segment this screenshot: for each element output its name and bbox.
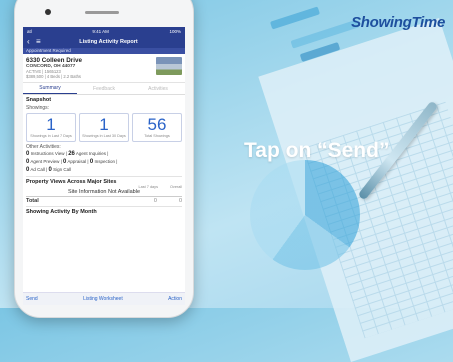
- activity-count: 0: [26, 150, 30, 157]
- instruction-headline: Tap on “Send”: [244, 139, 390, 162]
- speaker-grille: [85, 11, 119, 14]
- activity-label: Agent Preview: [30, 158, 60, 164]
- divider: [26, 175, 182, 177]
- views-col-overall: Overall: [169, 184, 182, 189]
- activity-label: Appraisal: [67, 158, 87, 164]
- carrier-label: atl: [27, 28, 32, 34]
- listing-worksheet-button[interactable]: Listing Worksheet: [83, 296, 123, 302]
- background-pie-chart: [250, 160, 360, 270]
- listing-address: 6330 Colleen Drive: [26, 57, 83, 64]
- listing-photo: [156, 57, 182, 75]
- views-col-7-days: Last 7 days: [138, 184, 158, 189]
- phone-screen: atl 9:41 AM 100% ‹ ≡ Listing Activity Re…: [23, 27, 185, 305]
- activity-label: Agent Inquiries: [75, 150, 106, 156]
- activity-count: 0: [26, 166, 30, 173]
- activity-label: Sign Call: [53, 166, 72, 172]
- tab-bar: Summary Feedback Activities: [23, 83, 185, 95]
- card-label: Showings in Last 30 Days: [82, 134, 126, 138]
- card-label: Showings in Last 7 Days: [30, 134, 72, 138]
- showings-card-30-days[interactable]: 1 Showings in Last 30 Days: [79, 113, 129, 142]
- listing-info: 6330 Colleen Drive CONCORD, OH 44077 ACT…: [26, 57, 156, 79]
- showings-card-7-days[interactable]: 1 Showings in Last 7 Days: [26, 113, 76, 142]
- showings-label: Showings:: [26, 105, 50, 111]
- nav-bar: ‹ ≡ Listing Activity Report: [23, 35, 185, 48]
- total-label: Total: [26, 197, 39, 204]
- tab-feedback[interactable]: Feedback: [77, 86, 131, 92]
- showing-activity-title: Showing Activity By Month: [26, 208, 97, 215]
- listing-card[interactable]: 6330 Colleen Drive CONCORD, OH 44077 ACT…: [23, 54, 185, 83]
- card-value: 1: [46, 115, 56, 134]
- total-7-days: 0: [153, 197, 157, 204]
- action-button[interactable]: Action: [168, 296, 182, 302]
- activity-label: Instructions View: [30, 150, 65, 156]
- brand-logo: ShowingTime: [351, 14, 445, 31]
- activity-count: 26: [68, 150, 75, 157]
- snapshot-section: Snapshot Showings: 1 Showings in Last 7 …: [23, 95, 185, 217]
- bottom-toolbar: Send Listing Worksheet Action: [23, 292, 185, 305]
- chevron-left-icon[interactable]: ‹: [27, 37, 36, 46]
- status-bar: atl 9:41 AM 100%: [23, 27, 185, 35]
- card-value: 56: [147, 115, 167, 134]
- send-button[interactable]: Send: [26, 296, 38, 302]
- phone-device: atl 9:41 AM 100% ‹ ≡ Listing Activity Re…: [14, 0, 194, 318]
- tab-activities[interactable]: Activities: [131, 86, 185, 92]
- activity-count: 0: [89, 158, 94, 165]
- card-value: 1: [99, 115, 109, 134]
- listing-details: $389,500 | 4 Beds | 2.2 Baths: [26, 74, 82, 79]
- hamburger-icon[interactable]: ≡: [36, 37, 45, 46]
- activity-label: Inspection: [94, 158, 115, 164]
- activity-count: 0: [63, 158, 67, 165]
- card-label: Total Showings: [144, 134, 170, 138]
- background-bar: [290, 19, 360, 49]
- page-title: Listing Activity Report: [79, 38, 138, 45]
- time-label: 9:41 AM: [92, 28, 109, 34]
- activity-count: 0: [26, 158, 30, 165]
- divider: [26, 205, 182, 207]
- showings-card-total[interactable]: 56 Total Showings: [132, 113, 182, 142]
- battery-label: 100%: [169, 28, 181, 34]
- background-bar: [269, 6, 321, 30]
- camera-icon: [45, 9, 51, 15]
- activity-count: 0: [48, 166, 52, 173]
- activity-label: Ad Call: [30, 166, 45, 172]
- views-not-available: Site Information Not Available: [26, 189, 182, 197]
- views-total-row: Total 0 0: [26, 198, 182, 204]
- other-activities-list: 0 Instructions View | 26 Agent Inquiries…: [26, 150, 118, 173]
- snapshot-title: Snapshot: [26, 97, 52, 103]
- showings-cards: 1 Showings in Last 7 Days 1 Showings in …: [26, 113, 182, 142]
- total-overall: 0: [178, 197, 182, 204]
- tab-summary[interactable]: Summary: [23, 83, 77, 94]
